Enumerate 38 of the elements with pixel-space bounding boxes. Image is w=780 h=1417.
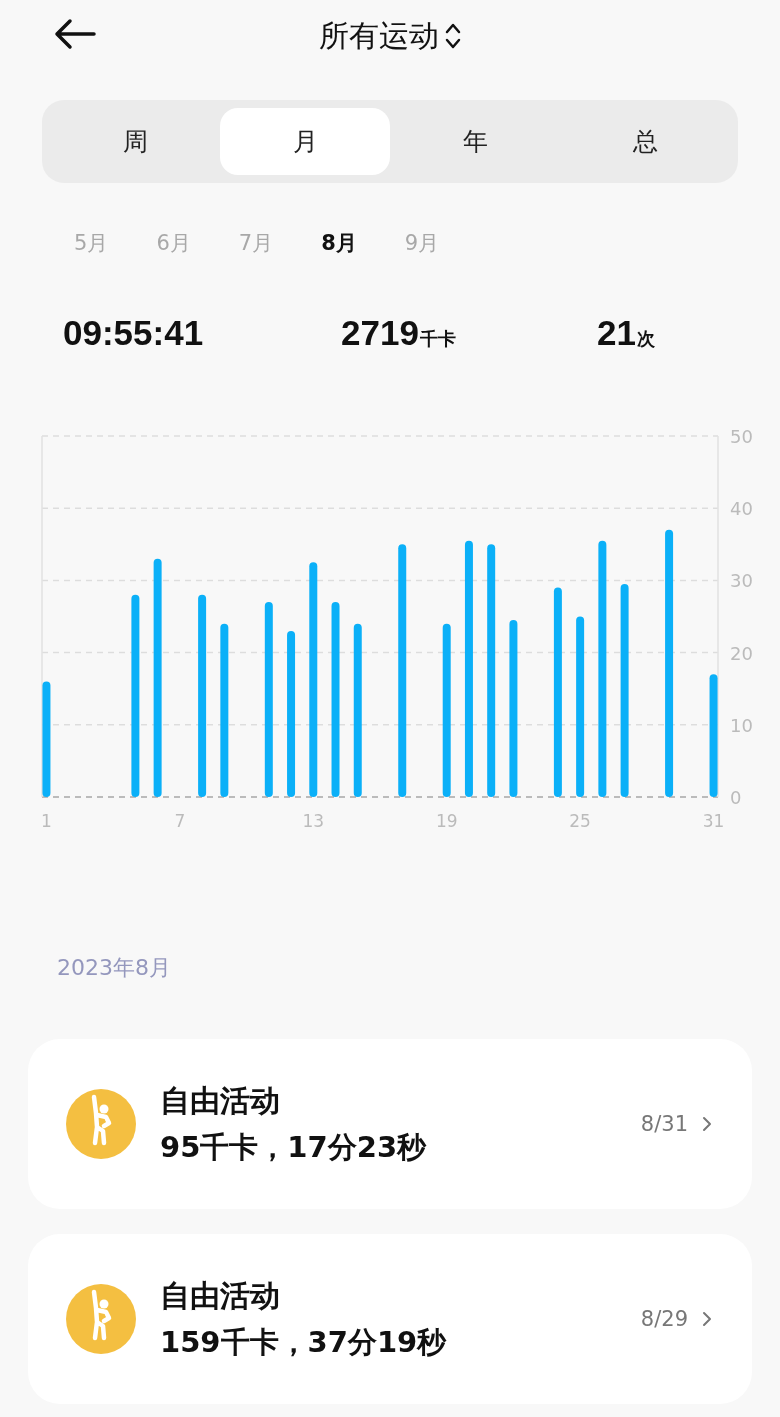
axis-label: 10 <box>730 714 753 736</box>
axis-label: 7 <box>174 811 186 831</box>
month-tab[interactable]: 8月 <box>321 229 357 257</box>
sort-chevrons-icon[interactable] <box>445 22 461 50</box>
stat-value: 21 <box>597 313 636 353</box>
period-tab[interactable]: 月 <box>220 108 390 175</box>
activity-date: 8/31 <box>640 1112 688 1136</box>
axis-label: 31 <box>702 811 725 831</box>
axis-label: 20 <box>730 642 753 664</box>
activity-name: 自由活动 <box>160 1276 281 1315</box>
axis-label: 40 <box>730 498 753 520</box>
section-title: 2023年8月 <box>57 954 172 982</box>
period-tab[interactable]: 年 <box>390 108 560 175</box>
axis-label: 0 <box>730 787 742 808</box>
axis-label: 1 <box>41 811 52 831</box>
stat-value: 2719 <box>341 313 419 353</box>
page-title: 所有运动 <box>319 16 439 55</box>
activity-summary: 159千卡，37分19秒 <box>160 1323 448 1361</box>
axis-label: 13 <box>302 811 325 831</box>
stretching-figure-icon <box>66 1089 136 1159</box>
activity-date: 8/29 <box>640 1307 688 1331</box>
chevron-right-icon <box>702 1116 712 1132</box>
axis-label: 30 <box>730 570 753 592</box>
stat-unit: 次 <box>636 327 655 351</box>
axis-label: 50 <box>730 426 753 447</box>
period-tab[interactable]: 总 <box>560 108 730 175</box>
activity-card[interactable]: 自由活动 95千卡，17分23秒 8/31 <box>28 1039 752 1209</box>
activity-summary: 95千卡，17分23秒 <box>160 1128 428 1166</box>
period-tab[interactable]: 周 <box>50 108 220 175</box>
activity-name: 自由活动 <box>160 1081 281 1120</box>
chevron-right-icon <box>702 1311 712 1327</box>
axis-label: 19 <box>435 811 458 831</box>
activity-card[interactable]: 自由活动 159千卡，37分19秒 8/29 <box>28 1234 752 1404</box>
stat-value: 09:55:41 <box>63 313 204 353</box>
stretching-figure-icon <box>66 1284 136 1354</box>
axis-label: 25 <box>569 811 591 831</box>
back-button[interactable] <box>52 18 98 50</box>
stat-unit: 千卡 <box>419 327 456 351</box>
